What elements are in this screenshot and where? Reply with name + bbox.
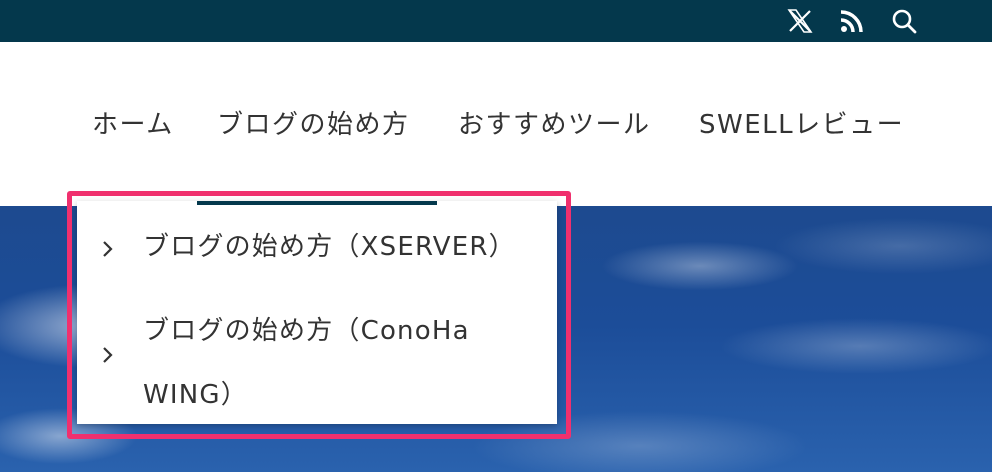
- nav-item-home[interactable]: ホーム: [92, 108, 174, 142]
- chevron-right-icon: [103, 241, 113, 257]
- submenu-item-xserver[interactable]: ブログの始め方（XSERVER）: [77, 215, 557, 279]
- chevron-right-icon: [103, 347, 113, 363]
- search-icon[interactable]: [889, 6, 919, 36]
- submenu-item-label: ブログの始め方（ConoHa WING）: [143, 316, 470, 410]
- nav-item-blog-start[interactable]: ブログの始め方: [217, 108, 410, 142]
- nav-item-recommended-tools[interactable]: おすすめツール: [458, 108, 651, 142]
- rss-icon[interactable]: [837, 6, 867, 36]
- submenu-dropdown: ブログの始め方（XSERVER） ブログの始め方（ConoHa WING）: [77, 201, 557, 424]
- nav-item-swell-review[interactable]: SWELLレビュー: [699, 108, 904, 142]
- submenu-item-conoha-wing[interactable]: ブログの始め方（ConoHa WING）: [77, 299, 557, 411]
- x-logo-icon[interactable]: [785, 6, 815, 36]
- global-nav: ホーム ブログの始め方 おすすめツール SWELLレビュー: [0, 42, 992, 206]
- submenu-item-label: ブログの始め方（XSERVER）: [143, 232, 516, 262]
- top-bar: [0, 0, 992, 42]
- active-indicator: [197, 201, 437, 205]
